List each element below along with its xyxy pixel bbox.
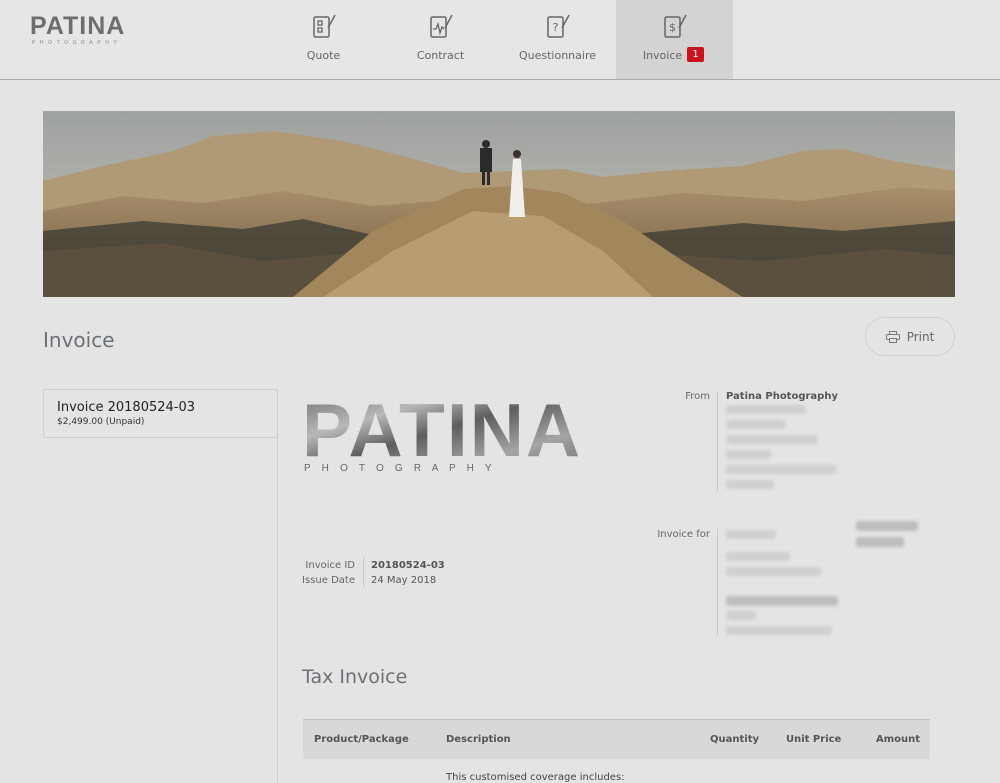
column-header-unit-price: Unit Price [786,734,842,745]
from-company-name: Patina Photography [726,391,838,402]
top-bar: PATINA PHOTOGRAPHY Quote Contract ? Ques… [0,0,1000,80]
table-row-description: This customised coverage includes: [446,772,625,783]
column-header-amount: Amount [876,734,921,745]
issue-date-value: 24 May 2018 [371,575,437,586]
invoice-id-value: 20180524-03 [371,560,445,571]
redacted-address-line [726,450,771,459]
questionnaire-icon: ? [547,14,570,38]
printer-icon [885,330,900,343]
landscape-photo [43,111,955,297]
invoice-for-divider [717,529,718,635]
redacted-client-line [856,521,918,531]
svg-text:$: $ [669,21,676,34]
hero-banner-image [43,111,955,297]
invoice-id-label: Invoice ID [305,560,355,571]
redacted-client-line [726,567,821,576]
nav-label-quote: Quote [306,49,341,62]
invoice-count-badge: 1 [687,47,704,62]
page-title: Invoice [43,328,115,352]
nav-tab-contract[interactable]: Contract [382,0,499,79]
nav-tab-invoice[interactable]: $ Invoice 1 [616,0,733,79]
tax-invoice-heading: Tax Invoice [302,666,408,688]
column-header-description: Description [446,734,511,745]
invoice-dollar-icon: $ [664,14,687,38]
brand-subtitle: PHOTOGRAPHY [32,40,122,46]
redacted-address-line [726,405,806,414]
invoice-list-sidebar: Invoice 20180524-03 $2,499.00 (Unpaid) [43,389,278,783]
column-header-product: Product/Package [314,734,409,745]
print-button[interactable]: Print [865,317,955,356]
nav-label-questionnaire: Questionnaire [518,49,597,62]
nav-label-contract: Contract [416,49,465,62]
redacted-client-line [856,537,904,547]
redacted-client-line [726,611,756,620]
invoice-for-label: Invoice for [657,529,710,540]
invoice-list-item-title: Invoice 20180524-03 [57,400,196,415]
redacted-client-line [726,552,790,561]
invoice-list-item[interactable]: Invoice 20180524-03 $2,499.00 (Unpaid) [43,389,277,438]
brand-logo[interactable]: PATINA PHOTOGRAPHY [30,12,145,46]
issue-date-label: Issue Date [302,575,355,586]
meta-divider [363,557,364,587]
redacted-address-line [726,420,786,429]
invoice-company-logo: PATINA P H O T O G R A P H Y [302,394,582,474]
redacted-address-line [726,465,836,474]
contract-signature-icon [430,14,453,38]
brand-wordmark: PATINA [30,12,126,40]
redacted-client-line [726,596,838,606]
nav-tab-questionnaire[interactable]: ? Questionnaire [499,0,616,79]
invoice-list-item-amount: $2,499.00 (Unpaid) [57,417,145,427]
svg-text:?: ? [553,21,559,34]
invoice-logo-sub: P H O T O G R A P H Y [304,463,496,474]
invoice-table-header: Product/Package Description Quantity Uni… [303,719,930,759]
invoice-logo-word: PATINA [302,394,582,472]
quote-list-icon [313,14,336,38]
print-button-label: Print [906,329,935,344]
redacted-client-line [726,626,832,635]
redacted-client-line [726,530,776,539]
redacted-address-line [726,480,774,489]
column-header-quantity: Quantity [710,734,759,745]
from-label: From [685,391,710,402]
from-divider [717,391,718,491]
main-nav: Quote Contract ? Questionnaire $ Invoice… [265,0,733,79]
nav-tab-quote[interactable]: Quote [265,0,382,79]
redacted-address-line [726,435,818,444]
